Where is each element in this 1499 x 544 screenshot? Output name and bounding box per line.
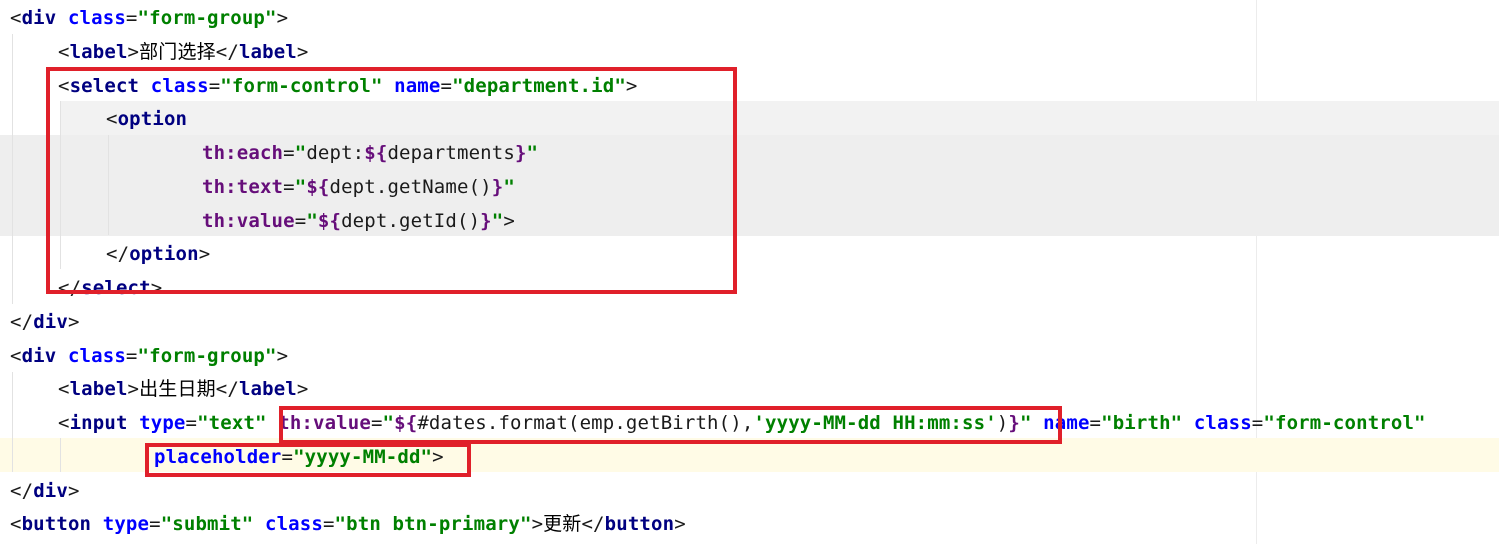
code-token: > [127, 378, 140, 401]
code-token: </ [581, 513, 605, 536]
code-token: label [69, 378, 128, 401]
code-token: button [604, 513, 675, 536]
code-token: div [21, 7, 57, 29]
code-token: </ [215, 378, 239, 401]
code-token: class [67, 7, 126, 29]
code-token: > [276, 344, 289, 367]
code-token: </ [215, 40, 239, 63]
code-token: "form-group" [137, 7, 277, 29]
code-token: = [1251, 412, 1264, 434]
code-token: < [58, 378, 70, 401]
code-line[interactable]: <label>出生日期</label> [58, 372, 308, 406]
code-token: class [67, 344, 126, 367]
code-token: = [185, 412, 198, 434]
code-line[interactable]: <button type="submit" class="btn btn-pri… [10, 507, 686, 541]
code-token: class [265, 513, 323, 536]
code-line[interactable]: </div> [10, 474, 80, 508]
code-token: type [139, 412, 186, 434]
code-line[interactable]: <div class="form-group"> [10, 1, 288, 35]
code-token: div [21, 344, 57, 367]
code-token: div [33, 310, 68, 333]
code-token: type [102, 513, 150, 536]
code-token: > [67, 479, 80, 502]
code-token: label [238, 40, 297, 63]
code-token: </ [10, 479, 34, 502]
code-token: "birth" [1101, 412, 1183, 434]
code-token: "btn btn-primary" [334, 513, 532, 536]
code-token: > [67, 310, 80, 333]
indent-guide [12, 372, 13, 472]
code-token: button [21, 513, 92, 536]
code-token: < [58, 412, 70, 434]
highlight-box-th-value [279, 406, 1062, 444]
indent-guide [12, 34, 13, 304]
highlight-box-placeholder [145, 443, 471, 477]
code-line[interactable]: </div> [10, 305, 80, 339]
code-line[interactable]: <div class="form-group"> [10, 339, 288, 373]
code-token: 更新 [543, 513, 582, 536]
code-token: "form-control" [1263, 412, 1426, 434]
code-token: "form-group" [137, 344, 277, 367]
code-token: input [69, 412, 128, 434]
code-token: > [296, 40, 309, 63]
code-token: > [276, 7, 289, 29]
code-token: = [149, 513, 161, 536]
code-token: > [531, 513, 544, 536]
code-token: < [58, 40, 70, 63]
code-token: = [322, 513, 335, 536]
code-token: = [125, 7, 138, 29]
code-token: < [10, 7, 22, 29]
code-editor[interactable]: <div class="form-group"> <label>部门选择</lab… [0, 0, 1499, 544]
code-token: </ [10, 310, 34, 333]
indent-guide [60, 438, 61, 472]
highlight-box-select-block [46, 67, 737, 294]
code-token: "submit" [160, 513, 254, 536]
code-token: label [238, 378, 297, 401]
code-token: 部门选择 [139, 40, 216, 63]
code-token: label [69, 40, 128, 63]
code-token: > [127, 40, 140, 63]
code-token: 出生日期 [139, 378, 216, 401]
code-token: > [674, 513, 686, 536]
code-token: class [1193, 412, 1252, 434]
code-line[interactable]: <label>部门选择</label> [58, 35, 308, 69]
code-token: < [10, 344, 22, 367]
code-token: = [125, 344, 138, 367]
code-token: div [33, 479, 68, 502]
code-token: > [296, 378, 309, 401]
code-token: "text" [197, 412, 267, 434]
code-token: = [1089, 412, 1102, 434]
code-token: < [10, 513, 22, 536]
